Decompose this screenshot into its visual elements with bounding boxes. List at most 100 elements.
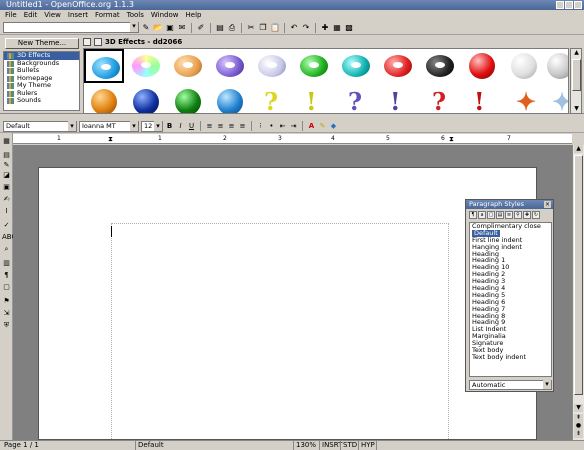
gallery-item-donut-black[interactable]: [420, 49, 460, 83]
theme-item-rulers[interactable]: Rulers: [4, 89, 79, 98]
paragraph-style-combobox[interactable]: Default: [3, 120, 77, 132]
menu-edit[interactable]: Edit: [24, 10, 38, 21]
document-page[interactable]: [38, 167, 537, 441]
nonprinting-chars-icon[interactable]: ¶: [2, 271, 11, 279]
gallery-item-figure-orange[interactable]: ✦: [504, 85, 544, 113]
gallery-scrollbar[interactable]: ▲ ▼: [570, 48, 582, 114]
gallery-item-ball-blue[interactable]: [126, 85, 166, 113]
show-draw-functions-icon[interactable]: ◪: [2, 171, 11, 179]
menu-window[interactable]: Window: [151, 10, 179, 21]
open-icon[interactable]: 📂: [153, 23, 163, 33]
print-icon[interactable]: ⎙: [227, 23, 237, 33]
stylist-icon[interactable]: ▦: [332, 23, 342, 33]
paste-icon[interactable]: 📋: [270, 23, 280, 33]
graphics-off-icon[interactable]: ▢: [2, 283, 11, 291]
previous-page-icon[interactable]: ⇞: [574, 414, 583, 422]
stylist-shield-icon[interactable]: ⛨: [2, 321, 11, 329]
text-cursor-icon[interactable]: I: [2, 207, 11, 215]
background-color-icon[interactable]: ◆: [329, 121, 338, 131]
minimize-button[interactable]: [556, 1, 564, 9]
hyperlink-mode-indicator[interactable]: HYP: [358, 441, 376, 450]
font-name-combobox[interactable]: Ioanna MT: [79, 120, 139, 132]
online-layout-icon[interactable]: ⚑: [2, 297, 11, 305]
selection-mode-indicator[interactable]: STD: [340, 441, 358, 450]
numbering-styles-icon[interactable]: ≡: [505, 211, 513, 219]
scroll-up-icon[interactable]: ▲: [572, 49, 581, 57]
export-pdf-icon[interactable]: ▤: [215, 23, 225, 33]
find-replace-icon[interactable]: ⌕: [2, 245, 11, 253]
numbering-icon[interactable]: ⁝: [256, 121, 265, 131]
gallery-item-ball-white[interactable]: [504, 49, 544, 83]
gallery-item-donut-teal[interactable]: [336, 49, 376, 83]
gallery-item-donut-rainbow[interactable]: [126, 49, 166, 83]
vertical-scrollbar[interactable]: ▲ ▼ ⇞ ● ⇟: [572, 145, 584, 440]
increase-indent-icon[interactable]: ⇥: [289, 121, 298, 131]
scroll-down-icon[interactable]: ▼: [574, 404, 583, 412]
insert-fields-icon[interactable]: ▤: [2, 151, 11, 159]
gallery-item-donut-red[interactable]: [378, 49, 418, 83]
gallery-icon[interactable]: ▩: [344, 23, 354, 33]
new-style-icon[interactable]: ✚: [523, 211, 531, 219]
copy-icon[interactable]: ❐: [258, 23, 268, 33]
highlight-icon[interactable]: ✎: [318, 121, 327, 131]
edit-mode-icon[interactable]: ✐: [196, 23, 206, 33]
gallery-item-exclamation-purple[interactable]: !: [378, 85, 418, 113]
redo-icon[interactable]: ↷: [301, 23, 311, 33]
bullets-icon[interactable]: •: [267, 121, 276, 131]
gallery-item-donut-white[interactable]: [252, 49, 292, 83]
gallery-item-ball-red[interactable]: [462, 49, 502, 83]
paragraph-styles-icon[interactable]: ¶: [469, 211, 477, 219]
style-filter-combobox[interactable]: Automatic: [469, 380, 552, 390]
edit-file-icon[interactable]: ✎: [141, 23, 151, 33]
update-style-icon[interactable]: ↻: [532, 211, 540, 219]
direct-cursor-icon[interactable]: ⇲: [2, 309, 11, 317]
menu-help[interactable]: Help: [186, 10, 202, 21]
justify-icon[interactable]: ≡: [238, 121, 247, 131]
email-icon[interactable]: ✉: [177, 23, 187, 33]
font-size-combobox[interactable]: 12: [141, 120, 163, 132]
detail-view-icon[interactable]: [94, 37, 102, 46]
scroll-thumb[interactable]: [572, 59, 581, 91]
gallery-item-ball-orange[interactable]: [84, 85, 124, 113]
left-indent-marker-icon[interactable]: ⧗: [108, 135, 113, 144]
gallery-item-donut-purple[interactable]: [210, 49, 250, 83]
align-left-icon[interactable]: ≡: [205, 121, 214, 131]
gallery-item-question-purple[interactable]: ?: [336, 85, 376, 113]
navigation-icon[interactable]: ●: [574, 422, 583, 430]
scroll-thumb[interactable]: [574, 155, 583, 395]
menu-tools[interactable]: Tools: [127, 10, 144, 21]
insert-mode-indicator[interactable]: INSRT: [319, 441, 342, 450]
horizontal-ruler[interactable]: 1 1 2 3 4 5 6 7 ⧗ ⧗: [13, 134, 572, 144]
gallery-item-globe[interactable]: [210, 85, 250, 113]
new-theme-button[interactable]: New Theme...: [5, 38, 79, 49]
gallery-item-donut-orange[interactable]: [168, 49, 208, 83]
theme-item-sounds[interactable]: Sounds: [4, 96, 79, 105]
page-style-indicator[interactable]: Default: [135, 441, 293, 450]
gallery-item-exclamation-yellow[interactable]: !: [294, 85, 334, 113]
cut-icon[interactable]: ✂: [246, 23, 256, 33]
form-functions-icon[interactable]: ▣: [2, 183, 11, 191]
url-combobox[interactable]: [3, 22, 139, 33]
align-right-icon[interactable]: ≡: [227, 121, 236, 131]
insert-icon[interactable]: ▦: [2, 137, 11, 145]
right-indent-marker-icon[interactable]: ⧗: [449, 135, 454, 144]
menu-insert[interactable]: Insert: [68, 10, 88, 21]
gallery-item-question-yellow[interactable]: ?: [252, 85, 292, 113]
gallery-item-donut-green[interactable]: [294, 49, 334, 83]
gallery-item-question-red[interactable]: ?: [420, 85, 460, 113]
style-list[interactable]: Complimentary close Default First line i…: [469, 222, 552, 377]
theme-item-backgrounds[interactable]: Backgrounds: [4, 59, 79, 68]
style-item[interactable]: Text body indent: [470, 354, 551, 361]
underline-button[interactable]: U: [187, 121, 196, 131]
gallery-item-donut-blue[interactable]: [84, 49, 124, 83]
theme-item-my-theme[interactable]: My Theme: [4, 81, 79, 90]
zoom-indicator[interactable]: 130%: [293, 441, 319, 450]
icon-view-icon[interactable]: [83, 37, 91, 46]
gallery-item-exclamation-red[interactable]: !: [462, 85, 502, 113]
menu-view[interactable]: View: [44, 10, 61, 21]
edit-autotext-icon[interactable]: ✍: [2, 195, 11, 203]
gallery-item-ball-green[interactable]: [168, 85, 208, 113]
autospellcheck-icon[interactable]: ABC: [2, 233, 16, 241]
scroll-down-icon[interactable]: ▼: [572, 105, 581, 113]
close-button[interactable]: [574, 1, 582, 9]
